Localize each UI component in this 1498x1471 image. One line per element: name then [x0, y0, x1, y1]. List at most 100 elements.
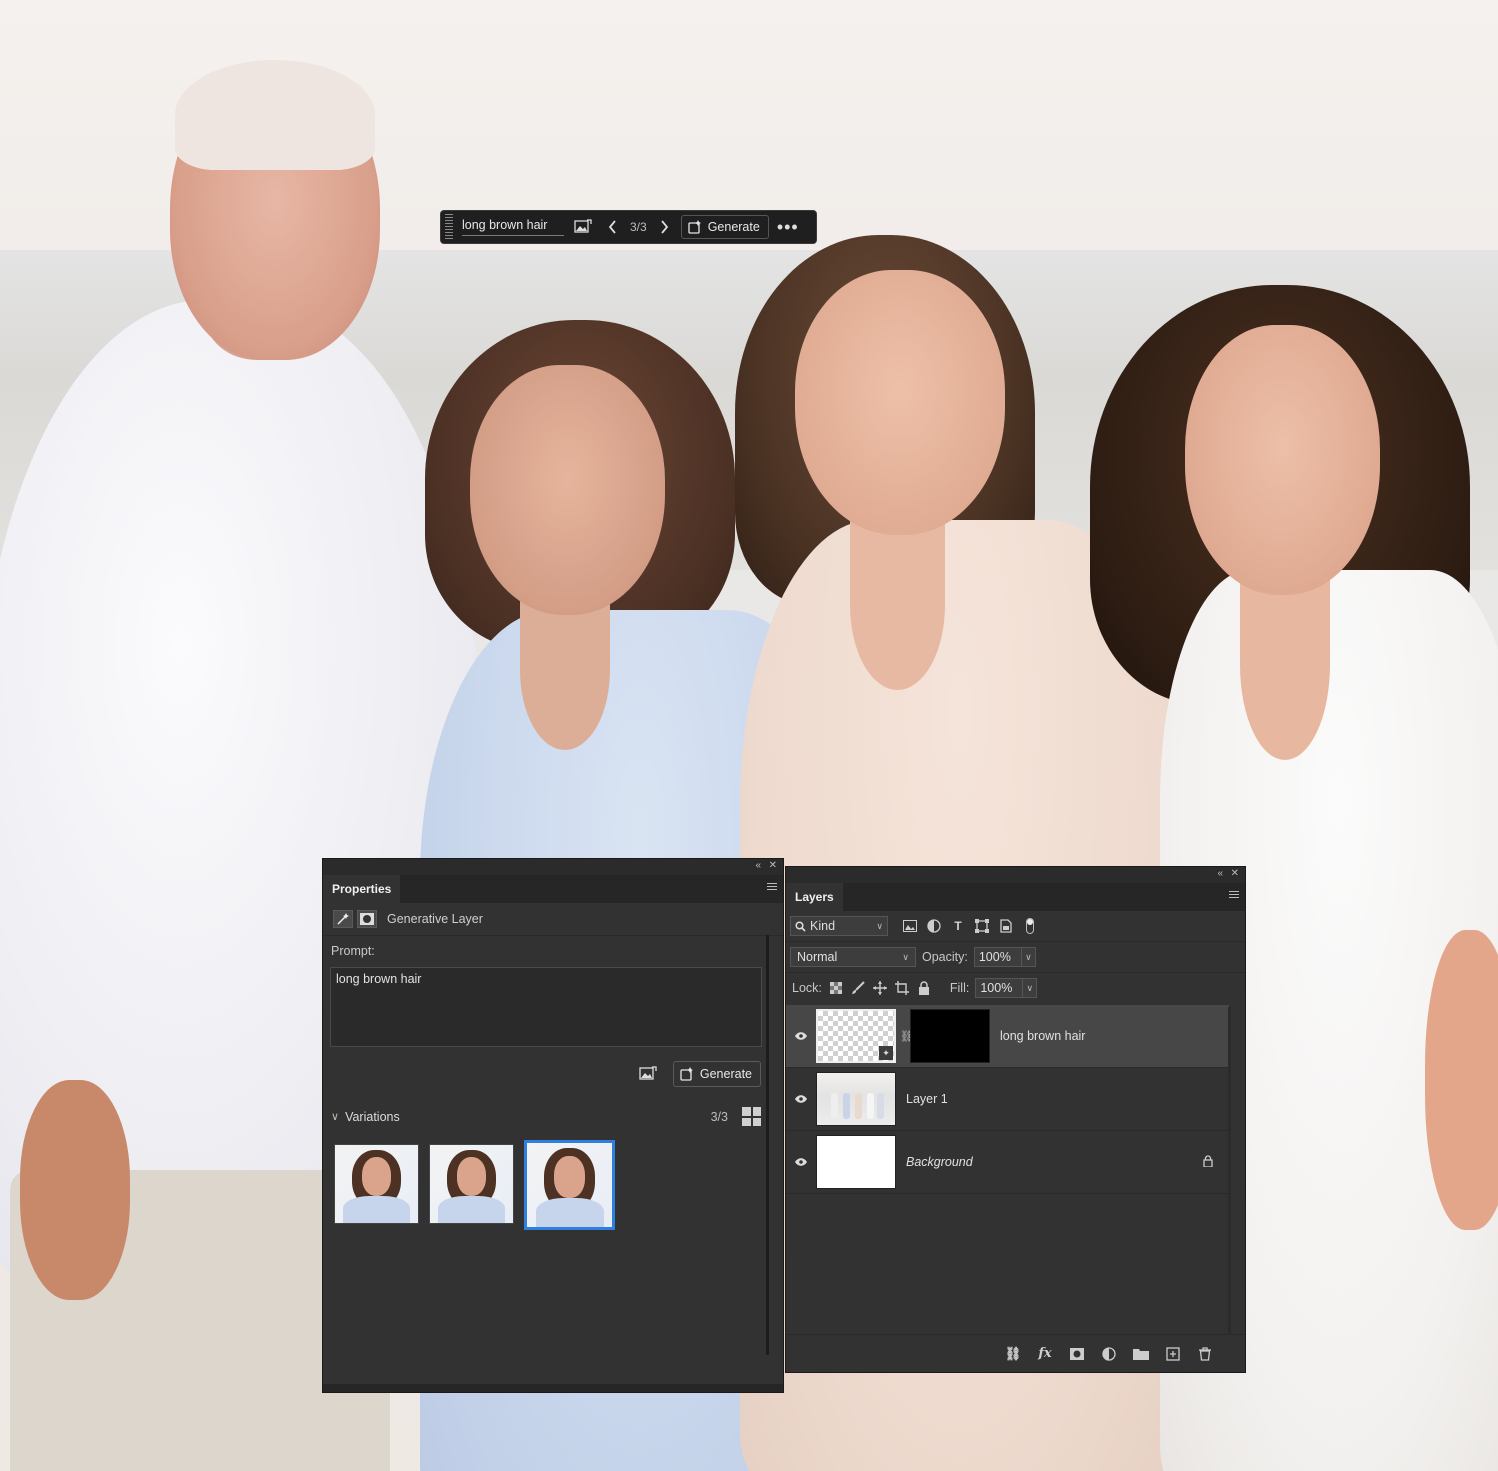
taskbar-drag-handle[interactable] [445, 214, 453, 240]
generate-icon [688, 220, 701, 234]
contextual-taskbar: long brown hair 3/3 Generate ••• [440, 210, 817, 244]
reference-image-icon[interactable] [637, 1063, 659, 1085]
fill-label: Fill: [949, 981, 970, 995]
variation-thumbnail-3[interactable] [524, 1140, 615, 1230]
variations-list [334, 1140, 783, 1230]
layer-thumbnail[interactable] [816, 1072, 896, 1126]
generate-label: Generate [699, 1067, 752, 1081]
lock-pixels-brush-icon[interactable] [850, 980, 866, 996]
close-panel-icon[interactable]: ✕ [769, 860, 777, 871]
new-layer-icon[interactable] [1165, 1346, 1181, 1362]
blend-row: Normal ∨ Opacity: 100% ∨ [786, 941, 1245, 972]
pixel-filter-icon[interactable] [902, 918, 918, 934]
layer-name[interactable]: Background [906, 1155, 973, 1169]
panel-title-strip: « ✕ [323, 859, 783, 875]
woman1-face [470, 365, 665, 615]
opacity-input[interactable]: 100% [973, 947, 1022, 967]
mask-icon[interactable] [357, 910, 377, 928]
tab-properties[interactable]: Properties [323, 875, 401, 903]
woman2-neck [850, 520, 945, 690]
panel-menu-icon[interactable] [1229, 891, 1239, 899]
grid-view-icon[interactable] [742, 1107, 761, 1126]
type-filter-icon[interactable]: T [950, 918, 966, 934]
shape-filter-icon[interactable] [974, 918, 990, 934]
prompt-textarea[interactable]: long brown hair [330, 967, 762, 1047]
lock-all-icon[interactable] [916, 980, 932, 996]
generate-button[interactable]: Generate [672, 1061, 761, 1087]
fx-icon[interactable]: fx [1037, 1346, 1053, 1362]
new-group-folder-icon[interactable] [1133, 1346, 1149, 1362]
chevron-right-icon[interactable] [653, 216, 675, 238]
filter-toggle-icon[interactable] [1022, 918, 1038, 934]
visibility-eye-icon[interactable] [786, 1095, 816, 1103]
link-layers-icon[interactable]: ⛓ [1005, 1346, 1022, 1362]
filter-kind-label: Kind [810, 919, 836, 933]
layer-lock-icon[interactable] [1203, 1154, 1213, 1170]
delete-trash-icon[interactable] [1197, 1346, 1213, 1362]
variation-thumbnail-1[interactable] [334, 1144, 419, 1224]
layers-footer-toolbar: ⛓ fx [786, 1334, 1245, 1372]
taskbar-prompt-field[interactable]: long brown hair [462, 218, 564, 236]
visibility-eye-icon[interactable] [786, 1032, 816, 1040]
variation-thumbnail-2[interactable] [429, 1144, 514, 1224]
adjustment-layer-icon[interactable] [1101, 1346, 1117, 1362]
layer-name[interactable]: Layer 1 [906, 1092, 948, 1106]
generate-label: Generate [707, 220, 760, 234]
taskbar-generate-button[interactable]: Generate [680, 215, 769, 239]
close-panel-icon[interactable]: ✕ [1231, 868, 1239, 879]
layer-name[interactable]: long brown hair [1000, 1029, 1085, 1043]
adjustment-filter-icon[interactable] [926, 918, 942, 934]
variations-title: Variations [345, 1109, 400, 1124]
layer-list: ✦ ⛓ long brown hair Layer 1 Background [786, 1005, 1229, 1194]
lock-artboard-crop-icon[interactable] [894, 980, 910, 996]
layers-panel: « ✕ Layers Kind ∨ T Normal ∨ Opacity: 10… [785, 866, 1246, 1373]
generative-badge-icon: ✦ [879, 1046, 893, 1060]
layer-filter-row: Kind ∨ T [786, 911, 1245, 941]
chevron-down-icon[interactable]: ∨ [331, 1110, 339, 1123]
reference-image-icon[interactable] [572, 216, 594, 238]
chevron-left-icon[interactable] [602, 216, 624, 238]
smart-object-filter-icon[interactable] [998, 918, 1014, 934]
properties-scrollbar[interactable] [766, 935, 769, 1355]
lock-label: Lock: [792, 981, 822, 995]
lock-transparency-icon[interactable] [828, 980, 844, 996]
layer-thumbnail[interactable] [816, 1135, 896, 1189]
blend-mode-label: Normal [797, 950, 838, 964]
opacity-dropdown-icon[interactable]: ∨ [1021, 947, 1036, 967]
baby-arm [1425, 930, 1498, 1230]
fill-dropdown-icon[interactable]: ∨ [1023, 978, 1038, 998]
more-options-icon[interactable]: ••• [777, 217, 799, 238]
layer-row-background[interactable]: Background [786, 1131, 1229, 1194]
chevron-down-icon: ∨ [876, 920, 883, 931]
blend-mode-select[interactable]: Normal ∨ [790, 947, 916, 967]
layer-mask-thumbnail[interactable] [910, 1009, 990, 1063]
collapse-panel-icon[interactable]: « [1217, 868, 1223, 879]
fill-input[interactable]: 100% [975, 978, 1024, 998]
variations-count: 3/3 [710, 1109, 728, 1124]
prompt-label: Prompt: [331, 944, 375, 958]
visibility-eye-icon[interactable] [786, 1158, 816, 1166]
properties-panel: « ✕ Properties Generative Layer Prompt: … [322, 858, 784, 1393]
layer-row-long-brown-hair[interactable]: ✦ ⛓ long brown hair [786, 1005, 1229, 1068]
woman3-face [1185, 325, 1380, 595]
panel-menu-icon[interactable] [767, 883, 777, 891]
add-mask-icon[interactable] [1069, 1346, 1085, 1362]
collapse-panel-icon[interactable]: « [755, 860, 761, 871]
search-icon [795, 920, 806, 932]
panel-bottom-edge [323, 1384, 783, 1392]
generate-actions: Generate [323, 1061, 761, 1087]
woman3-neck [1240, 570, 1330, 760]
tab-layers[interactable]: Layers [786, 883, 843, 911]
variation-counter: 3/3 [630, 220, 647, 234]
filter-kind-select[interactable]: Kind ∨ [790, 916, 888, 936]
man-hand [20, 1080, 130, 1300]
layer-row-layer-1[interactable]: Layer 1 [786, 1068, 1229, 1131]
generative-layer-header: Generative Layer [323, 903, 783, 936]
panel-tab-row: Layers [786, 883, 1245, 911]
lock-row: Lock: Fill: 100% ∨ [786, 972, 1245, 1003]
layer-thumbnail[interactable]: ✦ [816, 1009, 896, 1063]
layers-scrollbar[interactable] [1228, 1007, 1231, 1337]
lock-position-move-icon[interactable] [872, 980, 888, 996]
generative-layer-icon[interactable] [333, 910, 353, 928]
woman2-face [795, 270, 1005, 535]
